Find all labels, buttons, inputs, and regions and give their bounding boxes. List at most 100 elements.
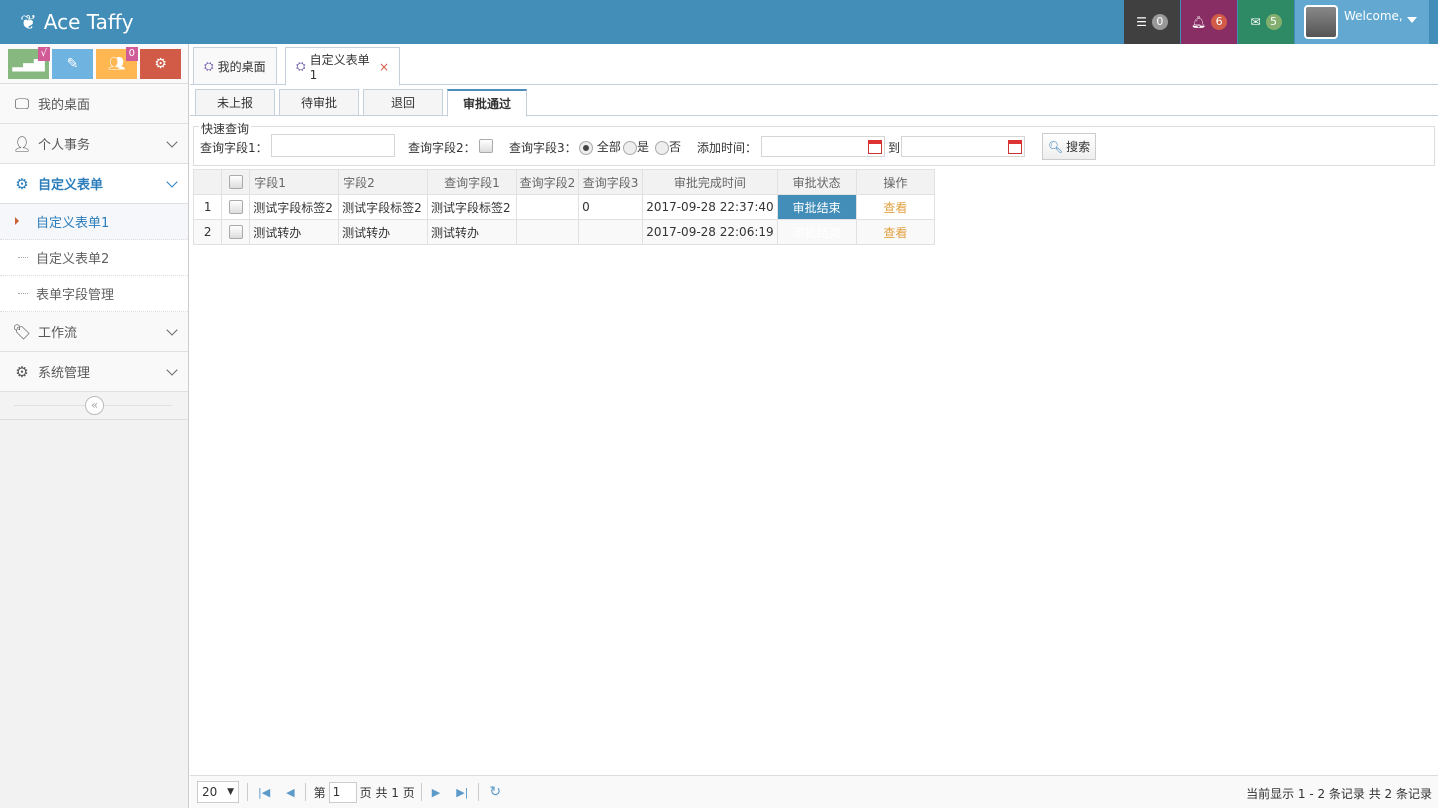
status-tabs: 未上报 待审批 退回 审批通过	[190, 87, 1438, 117]
view-link[interactable]: 查看	[855, 194, 936, 220]
grid-header[interactable]: 审批完成时间	[642, 169, 778, 195]
tab-custom-form1[interactable]: ⛭ 自定义表单1 ×	[285, 47, 400, 86]
tab-desktop[interactable]: ⛭ 我的桌面	[193, 47, 277, 85]
brand[interactable]: ❦ Ace Taffy	[20, 0, 134, 44]
tab-pending[interactable]: 待审批	[279, 89, 359, 116]
sidebar-subitem-label: 表单字段管理	[36, 288, 115, 303]
radio-no-button[interactable]	[655, 140, 669, 155]
sidebar-subitem-form2[interactable]: 自定义表单2	[0, 240, 188, 276]
cell-query3: 0	[578, 194, 644, 220]
users-icon: 👥︎	[107, 55, 126, 72]
field2-label: 查询字段2：	[408, 141, 476, 155]
end-date-input[interactable]	[901, 136, 1025, 157]
row-checkbox[interactable]	[228, 200, 243, 215]
cell-query3	[578, 219, 644, 245]
cell-field2: 测试转办	[338, 219, 429, 245]
sidebar-item-label: 我的桌面	[38, 98, 91, 113]
envelope-icon: ✉	[1250, 15, 1261, 29]
pager: 20 ▼ |◀ ◀ 第 1 页 共 1 页 ▶ ▶| ↻ 当前显示 1 - 2 …	[190, 775, 1438, 808]
grid-header[interactable]: 审批状态	[776, 169, 857, 195]
grid-header[interactable]: 查询字段1	[427, 169, 517, 195]
tab-label: 自定义表单1	[309, 53, 370, 82]
search-button[interactable]: 🔍︎ 搜索	[1042, 133, 1096, 160]
collapse-button[interactable]: «	[85, 396, 104, 415]
tab-unreported[interactable]: 未上报	[195, 89, 275, 116]
messages-button[interactable]: ✉ 5	[1238, 0, 1294, 44]
shortcut-badge: √	[37, 46, 50, 61]
row-checkbox[interactable]	[228, 225, 243, 240]
row-number: 1	[192, 194, 223, 220]
page-prefix: 第	[313, 785, 326, 800]
field1-label: 查询字段1：	[200, 141, 268, 155]
calendar-icon[interactable]	[868, 140, 882, 154]
sidebar-subitem-field-management[interactable]: 表单字段管理	[0, 276, 188, 312]
sidebar-item-desktop[interactable]: 🖵 我的桌面	[0, 84, 188, 124]
shortcut-users-button[interactable]: 👥︎ 0	[96, 46, 138, 79]
page-number-input[interactable]: 1	[328, 781, 357, 803]
avatar	[1304, 5, 1338, 39]
sidebar-item-label: 系统管理	[38, 366, 91, 381]
next-page-icon[interactable]: ▶	[432, 786, 440, 799]
radio-yes-button[interactable]	[623, 140, 637, 155]
notifications-badge: 6	[1211, 14, 1228, 30]
dropdown-icon: ▼	[227, 787, 234, 797]
refresh-icon[interactable]: ↻	[489, 784, 501, 800]
radio-all[interactable]: 全部	[579, 138, 621, 155]
grid-header[interactable]: 查询字段2	[515, 169, 580, 195]
welcome-text: Welcome,	[1344, 9, 1403, 23]
cogs-icon: ⚙	[15, 362, 29, 381]
sidebar-item-label: 工作流	[38, 326, 78, 341]
page-tabs: ⛭ 我的桌面 ⛭ 自定义表单1 ×	[190, 44, 1438, 86]
first-page-icon[interactable]: |◀	[258, 786, 270, 799]
tags-icon: 🏷︎	[12, 322, 32, 341]
shortcut-cogs-button[interactable]: ⚙	[140, 48, 181, 79]
page-size-select[interactable]: 20 ▼	[197, 781, 239, 803]
radio-all-button[interactable]	[579, 140, 593, 155]
user-menu[interactable]: Welcome,	[1295, 0, 1429, 44]
sidebar-item-system[interactable]: ⚙ 系统管理	[0, 352, 188, 392]
last-page-icon[interactable]: ▶|	[456, 786, 468, 799]
sidebar-item-personal[interactable]: 👤︎ 个人事务	[0, 124, 188, 164]
grid-header[interactable]: 字段2	[338, 169, 429, 195]
prev-page-icon[interactable]: ◀	[286, 786, 294, 799]
table-row[interactable]: 2 测试转办 测试转办 测试转办 2017-09-28 22:06:19 审批结…	[192, 219, 936, 245]
caret-down-icon	[1407, 17, 1417, 23]
table-row[interactable]: 1 测试字段标签2 测试字段标签2 测试字段标签2 0 2017-09-28 2…	[192, 194, 936, 220]
tasks-badge: 0	[1151, 14, 1168, 30]
calendar-icon[interactable]	[1008, 140, 1022, 154]
radio-no-label: 否	[669, 140, 682, 154]
tab-returned[interactable]: 退回	[363, 89, 443, 116]
bell-icon: 🔔︎	[1190, 15, 1207, 29]
shortcut-signal-button[interactable]: ▂▄▆ √	[8, 46, 50, 79]
view-link[interactable]: 查看	[855, 219, 936, 245]
tab-approved[interactable]: 审批通过	[447, 89, 527, 117]
field2-checkbox[interactable]	[479, 138, 493, 153]
tab-label: 我的桌面	[217, 59, 266, 74]
tab-icon: ⛭	[204, 58, 214, 73]
sidebar-collapse: «	[0, 392, 188, 420]
radio-no[interactable]: 否	[655, 138, 681, 155]
tasks-button[interactable]: ☰ 0	[1124, 0, 1180, 44]
status-badge: 审批结束	[776, 219, 857, 245]
notifications-button[interactable]: 🔔︎ 6	[1181, 0, 1237, 44]
radio-yes-label: 是	[637, 140, 650, 154]
sidebar-shortcuts: ▂▄▆ √ ✎ 👥︎ 0 ⚙	[0, 44, 188, 84]
close-icon[interactable]: ×	[379, 60, 389, 74]
grid-header[interactable]: 字段1	[249, 169, 340, 195]
field1-input[interactable]	[271, 134, 395, 157]
caret-right-icon	[15, 217, 19, 225]
sidebar-item-workflow[interactable]: 🏷︎ 工作流	[0, 312, 188, 352]
grid-header[interactable]: 操作	[855, 169, 936, 195]
sidebar-item-custom-forms[interactable]: ⚙ 自定义表单	[0, 164, 188, 204]
select-all-checkbox[interactable]	[228, 175, 243, 190]
start-date-input[interactable]	[761, 136, 885, 157]
sidebar-item-label: 个人事务	[38, 138, 91, 153]
sidebar-subitem-form1[interactable]: 自定义表单1	[0, 204, 188, 240]
grid-header[interactable]: 查询字段3	[578, 169, 644, 195]
shortcut-pencil-button[interactable]: ✎	[52, 48, 93, 79]
data-grid: 字段1 字段2 查询字段1 查询字段2 查询字段3 审批完成时间 审批状态 操作…	[192, 169, 936, 245]
shortcut-badge: 0	[125, 46, 138, 61]
radio-yes[interactable]: 是	[623, 138, 649, 155]
top-navbar: ❦ Ace Taffy ☰ 0 🔔︎ 6 ✉ 5 Welcome,	[0, 0, 1438, 44]
chevron-down-icon	[166, 324, 178, 336]
